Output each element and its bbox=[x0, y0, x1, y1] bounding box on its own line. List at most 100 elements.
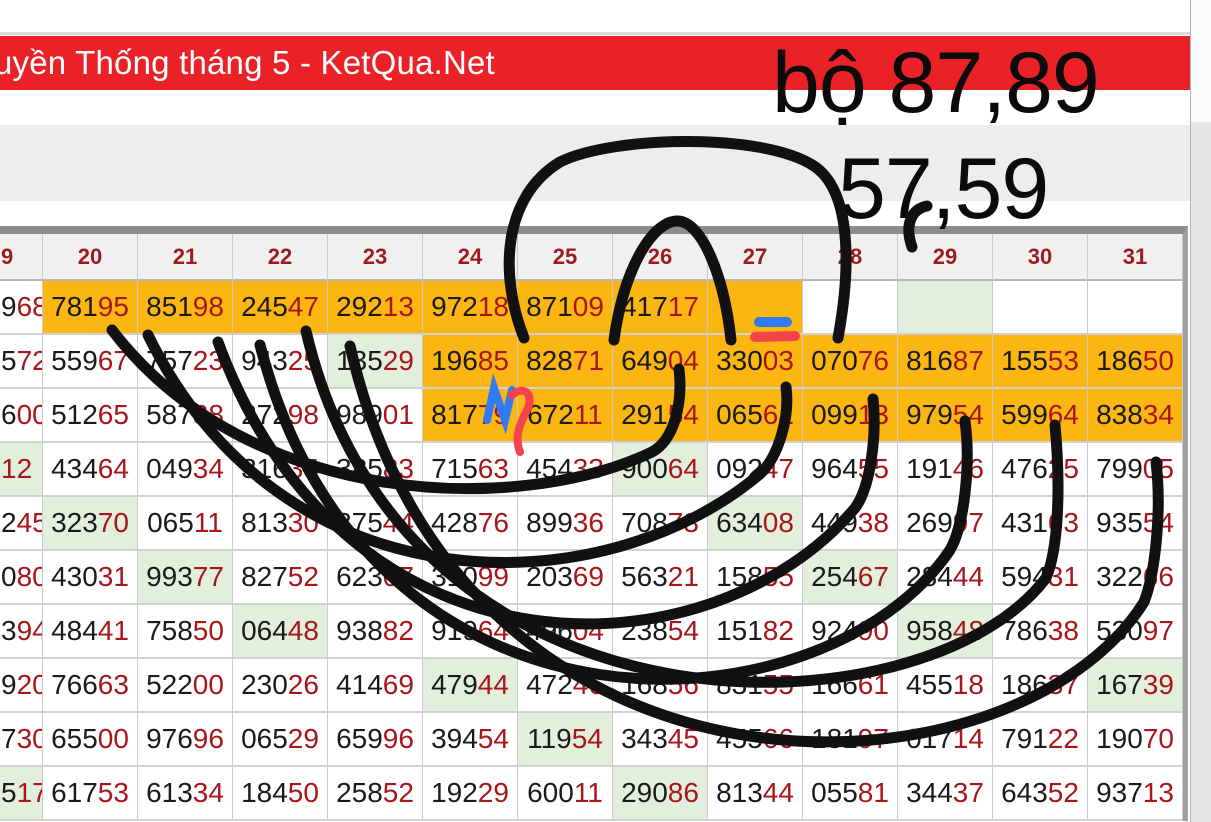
digits-black: 594 bbox=[1001, 561, 1048, 593]
digits-red: 01 bbox=[383, 399, 414, 431]
result-cell-r1-23: 29213 bbox=[328, 281, 423, 335]
result-cell-r1-22: 24547 bbox=[233, 281, 328, 335]
digits-black: 659 bbox=[336, 723, 383, 755]
digits-black: 964 bbox=[811, 453, 858, 485]
page-right-edge bbox=[1190, 0, 1211, 822]
digits-black: 871 bbox=[526, 291, 573, 323]
digits-red: 98 bbox=[193, 291, 224, 323]
result-cell-r7-26: 23854 bbox=[613, 605, 708, 659]
result-cell-r3-23: 98901 bbox=[328, 389, 423, 443]
digits-black: 455 bbox=[906, 669, 953, 701]
result-cell-r3-25: 67211 bbox=[518, 389, 613, 443]
result-cell-r4-21: 04934 bbox=[138, 443, 233, 497]
result-cell-r1-27 bbox=[708, 281, 803, 335]
result-cell-r2-25: 82871 bbox=[518, 335, 613, 389]
digits-red: 18 bbox=[478, 291, 509, 323]
digits-black: 258 bbox=[336, 777, 383, 809]
result-cell-r8-22: 23026 bbox=[233, 659, 328, 713]
result-cell-r5-27: 63408 bbox=[708, 497, 803, 551]
result-cell-r5-24: 42876 bbox=[423, 497, 518, 551]
col-header-28: 28 bbox=[803, 234, 898, 281]
digits-red: 48 bbox=[953, 615, 984, 647]
digits-black: 937 bbox=[1096, 777, 1143, 809]
result-cell-r6-31: 32266 bbox=[1088, 551, 1183, 605]
digits-red: 17 bbox=[668, 291, 699, 323]
result-cell-r3-21: 58738 bbox=[138, 389, 233, 443]
digits-red: 82 bbox=[383, 615, 414, 647]
result-cell-r9-22: 06529 bbox=[233, 713, 328, 767]
result-cell-r5-28: 44938 bbox=[803, 497, 898, 551]
result-cell-r8-25: 47246 bbox=[518, 659, 613, 713]
digits-red: 29 bbox=[478, 777, 509, 809]
digits-black: 310 bbox=[431, 561, 478, 593]
digits-black: 064 bbox=[241, 615, 288, 647]
result-cell-r9-20: 65500 bbox=[43, 713, 138, 767]
digits-black: 455 bbox=[716, 723, 763, 755]
digits-red: 17 bbox=[17, 777, 43, 809]
result-cell-r6-20: 43031 bbox=[43, 551, 138, 605]
digits-black: 322 bbox=[1096, 561, 1143, 593]
result-cell-r6-21: 99377 bbox=[138, 551, 233, 605]
digits-red: 85 bbox=[478, 345, 509, 377]
result-cell-r7-31: 53097 bbox=[1088, 605, 1183, 659]
result-cell-r3-26: 29154 bbox=[613, 389, 708, 443]
results-table: 9202122232425262728293031 96878195851982… bbox=[0, 226, 1188, 821]
digits-black: 119 bbox=[527, 723, 572, 755]
digits-red: 96 bbox=[383, 723, 414, 755]
digits-red: 04 bbox=[573, 615, 604, 647]
digits-black: 828 bbox=[526, 345, 573, 377]
digits-black: 191 bbox=[906, 453, 953, 485]
digits-red: 54 bbox=[668, 615, 699, 647]
result-cell-r8-26: 16856 bbox=[613, 659, 708, 713]
digits-red: 54 bbox=[1143, 507, 1174, 539]
result-cell-r2-23: 13529 bbox=[328, 335, 423, 389]
result-cell-r4-27: 09247 bbox=[708, 443, 803, 497]
digits-red: 50 bbox=[288, 777, 319, 809]
result-cell-r10-9: 517 bbox=[0, 767, 43, 821]
digits-red: 31 bbox=[98, 561, 129, 593]
digits-black: 924 bbox=[811, 615, 858, 647]
result-cell-r9-29: 01714 bbox=[898, 713, 993, 767]
digits-red: 66 bbox=[1143, 561, 1174, 593]
digits-red: 37 bbox=[953, 777, 984, 809]
digits-black: 155 bbox=[1001, 345, 1048, 377]
result-cell-r4-20: 43464 bbox=[43, 443, 138, 497]
digits-black: 151 bbox=[716, 615, 763, 647]
digits-red: 64 bbox=[98, 453, 129, 485]
digits-red: 03 bbox=[763, 345, 794, 377]
result-cell-r7-28: 92490 bbox=[803, 605, 898, 659]
result-cell-r3-22: 27298 bbox=[233, 389, 328, 443]
table-body: 9687819585198245472921397218871094171757… bbox=[0, 281, 1183, 821]
result-cell-r3-9: 600 bbox=[0, 389, 43, 443]
col-header-27: 27 bbox=[708, 234, 803, 281]
digits-black: 230 bbox=[241, 669, 288, 701]
result-cell-r5-21: 06511 bbox=[138, 497, 233, 551]
digits-red: 44 bbox=[478, 669, 509, 701]
result-cell-r5-26: 70873 bbox=[613, 497, 708, 551]
result-cell-r1-25: 87109 bbox=[518, 281, 613, 335]
result-cell-r3-27: 06561 bbox=[708, 389, 803, 443]
digits-red: 11 bbox=[574, 777, 603, 809]
digits-red: 69 bbox=[573, 561, 604, 593]
result-cell-r7-25: 49604 bbox=[518, 605, 613, 659]
col-header-22: 22 bbox=[233, 234, 328, 281]
digits-black: 186 bbox=[1001, 669, 1048, 701]
digits-black: 238 bbox=[621, 615, 668, 647]
digits-red: 67 bbox=[858, 561, 889, 593]
digits-red: 90 bbox=[858, 615, 889, 647]
digits-red: 13 bbox=[1143, 777, 1174, 809]
result-cell-r1-20: 78195 bbox=[43, 281, 138, 335]
digits-red: 97 bbox=[1143, 615, 1174, 647]
digits-red: 30 bbox=[17, 723, 43, 755]
digits-red: 44 bbox=[383, 507, 414, 539]
digits-black: 428 bbox=[431, 507, 478, 539]
result-cell-r9-21: 97696 bbox=[138, 713, 233, 767]
digits-red: 72 bbox=[17, 345, 43, 377]
digits-black: 972 bbox=[431, 291, 478, 323]
result-cell-r7-30: 78638 bbox=[993, 605, 1088, 659]
digits-red: 54 bbox=[668, 399, 699, 431]
digits-red: 18 bbox=[953, 669, 984, 701]
digits-black: 781 bbox=[51, 291, 98, 323]
digits-red: 55 bbox=[858, 453, 889, 485]
digits-red: 07 bbox=[383, 561, 414, 593]
